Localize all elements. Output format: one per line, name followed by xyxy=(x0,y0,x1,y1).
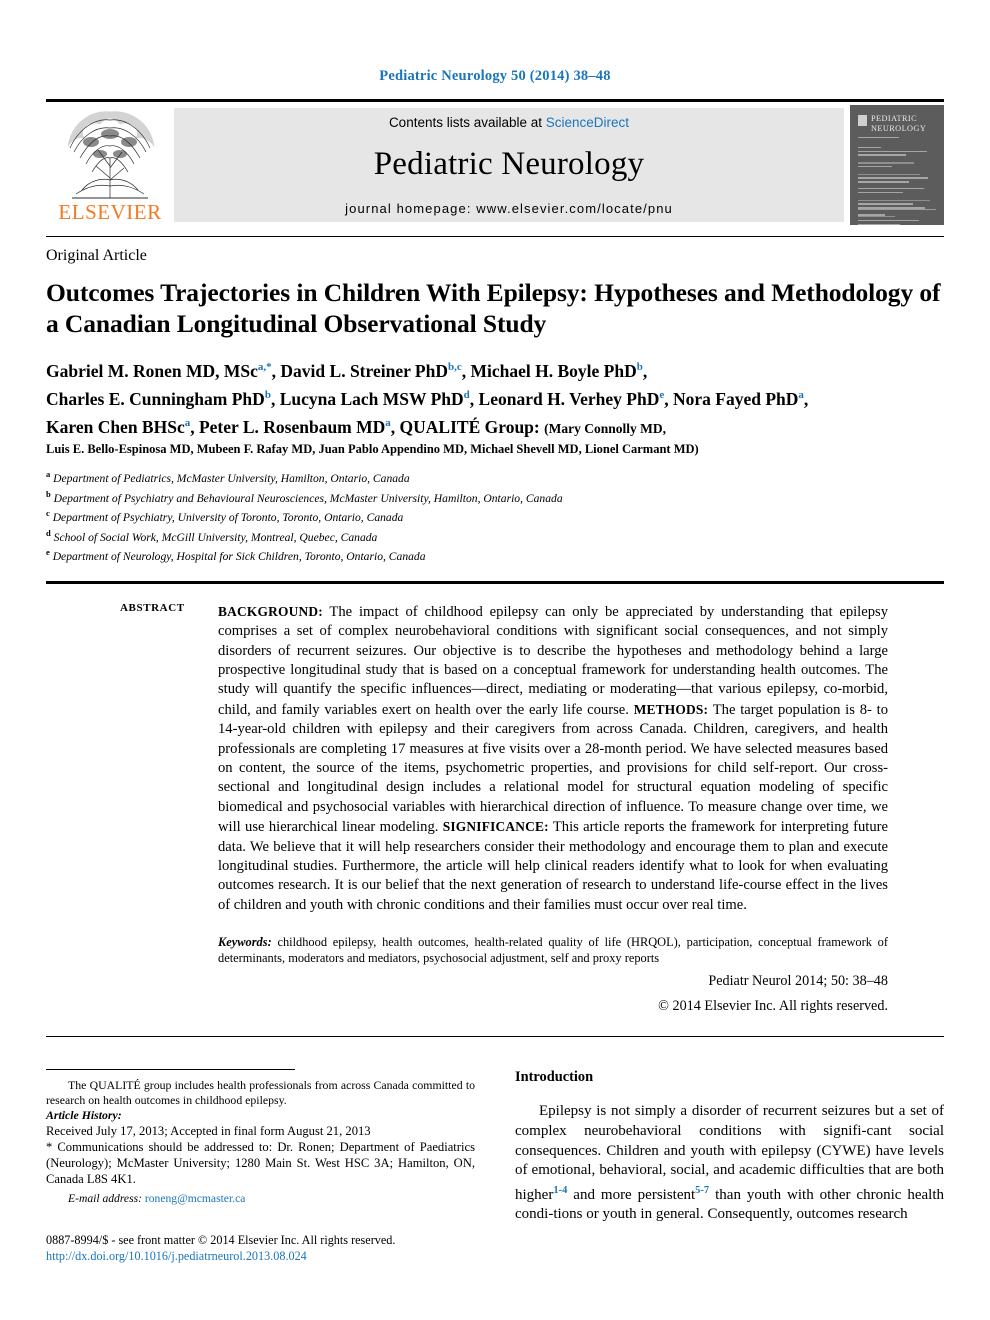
journal-banner-center: Contents lists available at ScienceDirec… xyxy=(174,108,844,222)
email-link[interactable]: roneng@mcmaster.ca xyxy=(145,1192,246,1205)
abstract-label-column: ABSTRACT xyxy=(46,602,218,1017)
footnote-block: The QUALITÉ group includes health profes… xyxy=(46,1078,475,1206)
affiliation-item: b Department of Psychiatry and Behaviour… xyxy=(46,488,563,505)
affiliation-item: a Department of Pediatrics, McMaster Uni… xyxy=(46,469,410,486)
cover-footer xyxy=(858,205,936,218)
author-affil-mark: b,c xyxy=(447,361,462,373)
article-type-label: Original Article xyxy=(46,247,147,264)
abstract-heading: ABSTRACT xyxy=(120,601,185,614)
abstract-background-label: BACKGROUND: xyxy=(218,603,323,619)
introduction-column: Introduction Epilepsy is not simply a di… xyxy=(515,1069,944,1264)
intro-text-b: and more persistent xyxy=(567,1186,696,1203)
abstract-copyright: © 2014 Elsevier Inc. All rights reserved… xyxy=(658,998,888,1015)
contents-prefix: Contents lists available at xyxy=(388,114,546,130)
elsevier-wordmark: ELSEVIER xyxy=(58,200,162,224)
affiliation-mark: b xyxy=(46,488,51,499)
copyright-block: 0887-8994/$ - see front matter © 2014 El… xyxy=(46,1232,475,1264)
contents-available-line: Contents lists available at ScienceDirec… xyxy=(389,115,629,130)
keywords-text: childhood epilepsy, health outcomes, hea… xyxy=(218,935,888,965)
elsevier-tree-icon xyxy=(67,111,155,199)
two-column-body: The QUALITÉ group includes health profes… xyxy=(46,1069,944,1264)
keywords-block: Keywords: childhood epilepsy, health out… xyxy=(218,935,888,966)
citation-ref[interactable]: 1-4 xyxy=(553,1185,567,1196)
affiliation-mark: e xyxy=(46,547,50,558)
affiliation-list: a Department of Pediatrics, McMaster Uni… xyxy=(46,467,944,564)
email-label: E-mail address: xyxy=(68,1192,142,1206)
sciencedirect-link[interactable]: ScienceDirect xyxy=(546,115,629,130)
abstract-methods-label: METHODS: xyxy=(633,701,709,717)
abstract-significance-label: SIGNIFICANCE: xyxy=(442,819,549,835)
running-head: Pediatric Neurology 50 (2014) 38–48 xyxy=(379,68,611,84)
keywords-label: Keywords: xyxy=(218,935,272,950)
page-title: Outcomes Trajectories in Children With E… xyxy=(46,278,941,338)
abstract-section: ABSTRACT BACKGROUND: The impact of child… xyxy=(46,602,944,1017)
introduction-heading: Introduction xyxy=(515,1069,594,1086)
abstract-citation: Pediatr Neurol 2014; 50: 38–48 xyxy=(708,973,888,990)
abstract-body-column: BACKGROUND: The impact of childhood epil… xyxy=(218,602,944,1017)
affiliation-mark: a xyxy=(46,469,51,480)
author-line-1: Gabriel M. Ronen MD, MSca,*, David L. St… xyxy=(46,360,648,381)
affiliation-item: e Department of Neurology, Hospital for … xyxy=(46,547,426,564)
qualite-group-note: The QUALITÉ group includes health profes… xyxy=(46,1078,475,1108)
affiliation-item: d School of Social Work, McGill Universi… xyxy=(46,527,378,544)
article-page: Pediatric Neurology 50 (2014) 38–48 ELSE… xyxy=(0,0,990,1320)
abstract-methods-text: The target population is 8- to 14-year-o… xyxy=(218,701,888,836)
cover-masthead: PEDIATRIC NEUROLOGY xyxy=(858,114,936,133)
cover-title: PEDIATRIC NEUROLOGY xyxy=(871,114,927,133)
author-line-3: Karen Chen BHSca, Peter L. Rosenbaum MDa… xyxy=(46,416,666,437)
correspondence-note: * Communications should be addressed to:… xyxy=(46,1140,475,1187)
article-history-dates: Received July 17, 2013; Accepted in fina… xyxy=(46,1124,371,1139)
abstract-bottom-rule xyxy=(46,1036,944,1038)
affiliation-mark: d xyxy=(46,527,51,538)
elsevier-logo: ELSEVIER xyxy=(46,102,174,228)
footnote-column: The QUALITÉ group includes health profes… xyxy=(46,1069,475,1264)
affiliation-mark: c xyxy=(46,508,50,519)
journal-banner: ELSEVIER Contents lists available at Sci… xyxy=(46,99,944,228)
banner-bottom-rule xyxy=(46,236,944,237)
issn-front-matter: 0887-8994/$ - see front matter © 2014 El… xyxy=(46,1233,396,1248)
footnote-divider xyxy=(46,1069,295,1071)
journal-homepage-link[interactable]: journal homepage: www.elsevier.com/locat… xyxy=(345,201,673,216)
affiliation-item: c Department of Psychiatry, University o… xyxy=(46,508,404,525)
cover-emblem-icon xyxy=(858,115,867,126)
citation-ref[interactable]: 5-7 xyxy=(695,1185,709,1196)
abstract-paragraph: BACKGROUND: The impact of childhood epil… xyxy=(218,602,888,916)
qualite-group-open: (Mary Connolly MD, xyxy=(544,420,666,436)
author-list: Gabriel M. Ronen MD, MSca,*, David L. St… xyxy=(46,355,944,458)
abstract-top-rule xyxy=(46,580,944,584)
article-history-label: Article History: xyxy=(46,1108,122,1123)
author-affil-mark: a,* xyxy=(257,361,272,373)
email-row: E-mail address: roneng@mcmaster.ca xyxy=(46,1191,475,1206)
qualite-group-members: Luis E. Bello-Espinosa MD, Mubeen F. Raf… xyxy=(46,442,699,457)
doi-link[interactable]: http://dx.doi.org/10.1016/j.pediatrneuro… xyxy=(46,1248,475,1264)
journal-cover-container: PEDIATRIC NEUROLOGY xyxy=(844,102,944,228)
author-line-2: Charles E. Cunningham PhDb, Lucyna Lach … xyxy=(46,388,809,409)
journal-cover-thumbnail[interactable]: PEDIATRIC NEUROLOGY xyxy=(850,105,944,225)
abstract-background-text: The impact of childhood epilepsy can onl… xyxy=(218,603,888,718)
introduction-paragraph: Epilepsy is not simply a disorder of rec… xyxy=(515,1102,944,1225)
journal-title: Pediatric Neurology xyxy=(373,145,645,182)
